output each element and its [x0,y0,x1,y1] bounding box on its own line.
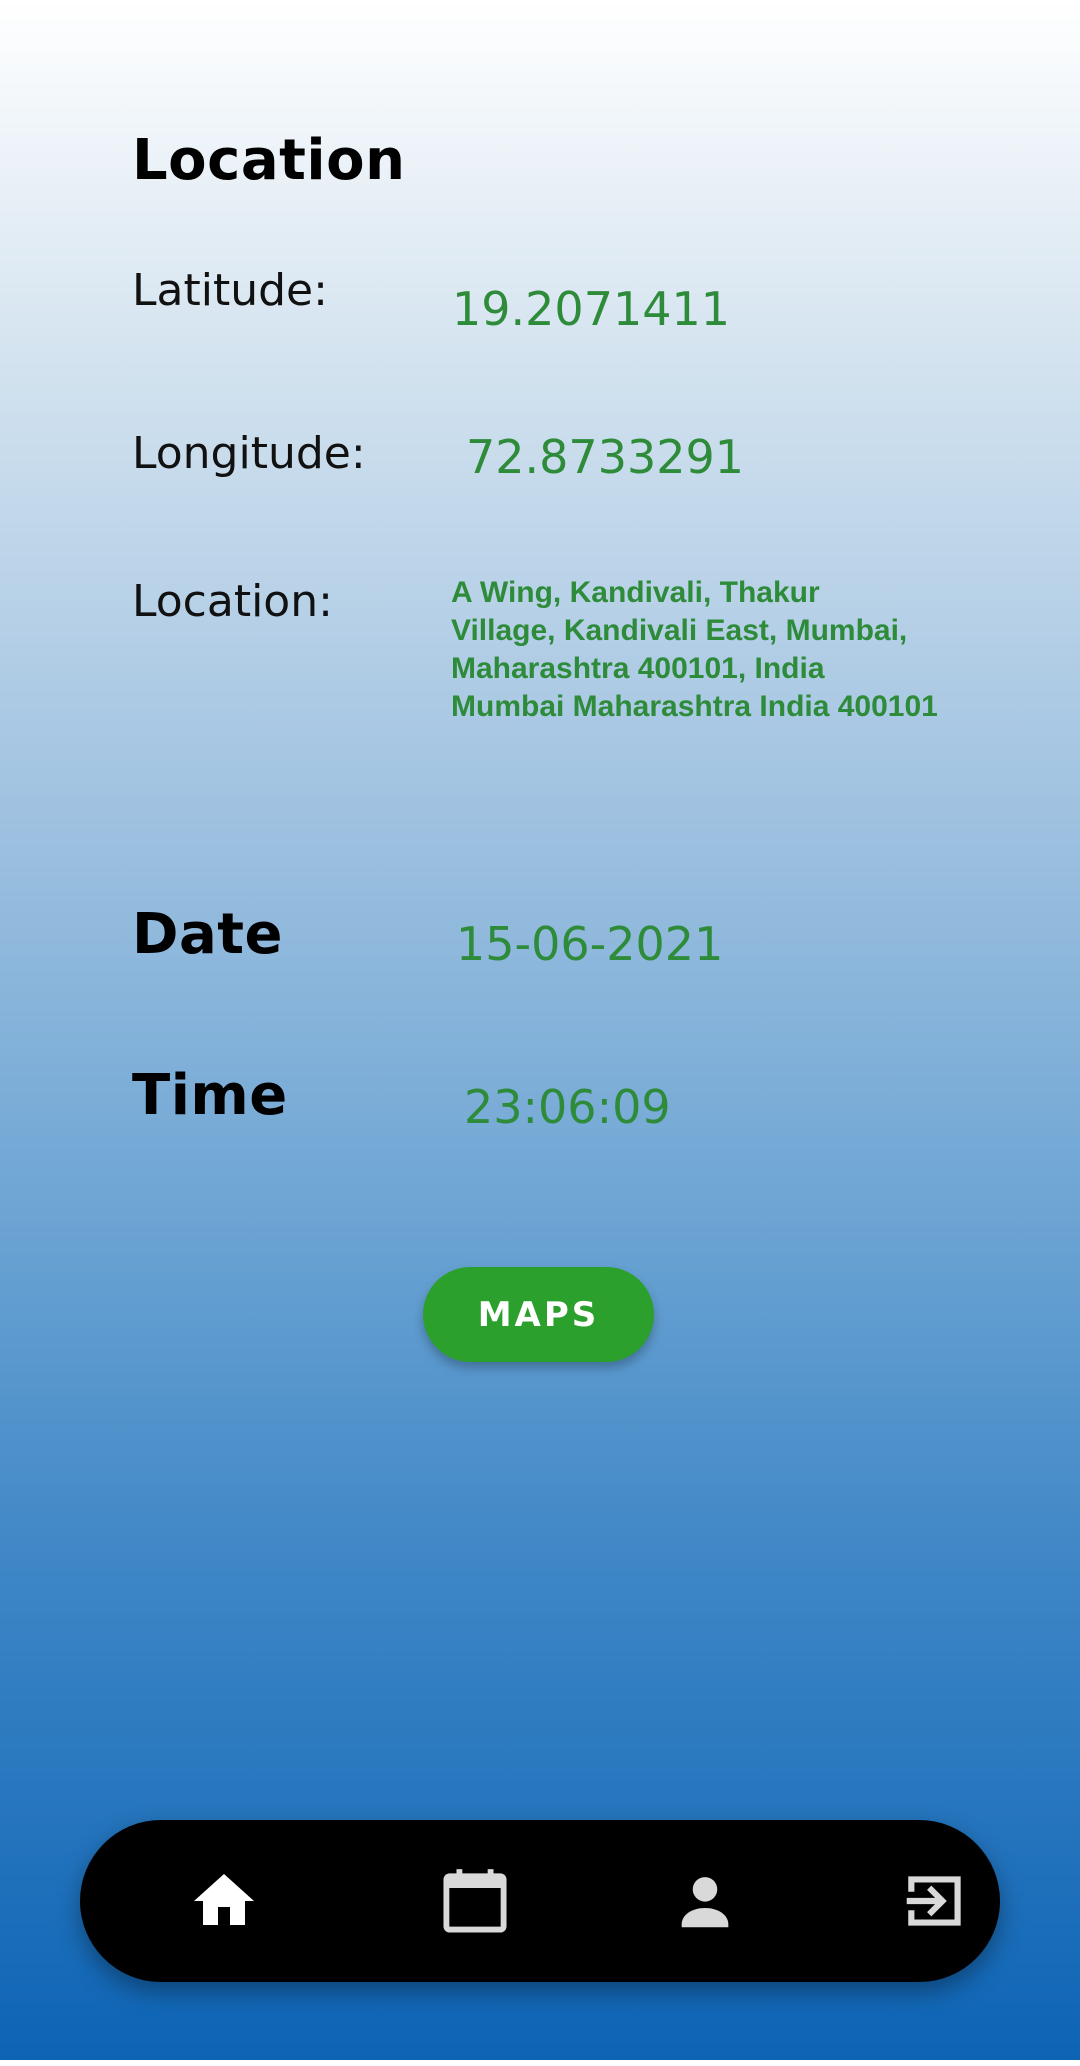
bottom-edge [0,2060,1080,2066]
logout-icon [906,1876,961,1926]
nav-profile-button[interactable] [655,1851,755,1951]
bottom-navigation-bar [80,1820,1000,1982]
nav-logout-button[interactable] [886,1851,986,1951]
person-icon [681,1877,729,1928]
date-value: 15-06-2021 [456,917,724,971]
date-heading: Date [132,902,284,967]
nav-calendar-button[interactable] [425,1851,525,1951]
address-line: Mumbai Maharashtra India 400101 [451,690,938,723]
home-icon [194,1874,254,1925]
maps-button[interactable]: MAPS [423,1267,654,1362]
location-heading: Location [132,128,406,193]
address-line: Maharashtra 400101, India [451,652,825,685]
address-text: A Wing, Kandivali, Thakur Village, Kandi… [451,574,1011,726]
nav-home-button[interactable] [174,1851,274,1951]
time-heading: Time [132,1063,288,1128]
calendar-icon [443,1869,507,1933]
longitude-label: Longitude: [132,428,366,479]
time-value: 23:06:09 [464,1080,671,1134]
latitude-value: 19.2071411 [452,282,731,336]
longitude-value: 72.8733291 [466,430,745,484]
location-label: Location: [132,576,333,627]
app-screen: Location Latitude: 19.2071411 Longitude:… [0,0,1080,2060]
latitude-label: Latitude: [132,265,328,316]
address-line: Village, Kandivali East, Mumbai, [451,614,908,647]
address-line: A Wing, Kandivali, Thakur [451,576,820,609]
